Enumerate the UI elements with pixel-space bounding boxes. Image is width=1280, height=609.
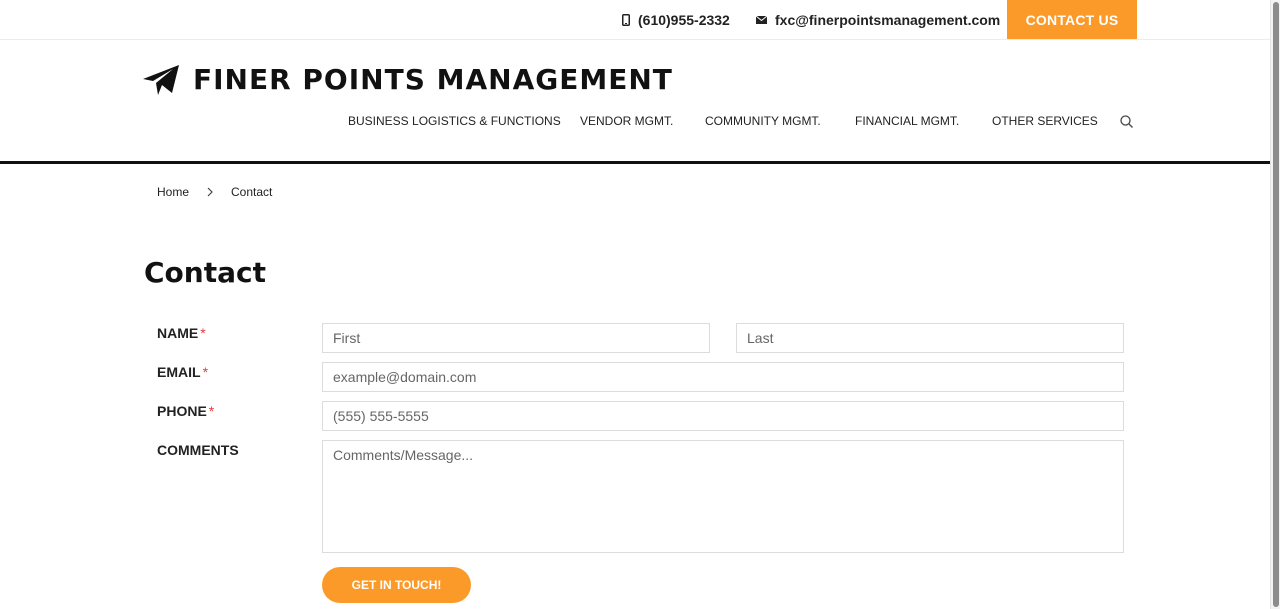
chevron-right-icon <box>207 187 213 197</box>
page-title: Contact <box>144 256 266 289</box>
required-marker: * <box>202 364 209 380</box>
paper-plane-icon <box>143 64 179 95</box>
email-input[interactable] <box>322 362 1124 392</box>
nav-financial-mgmt[interactable]: FINANCIAL MGMT. <box>855 114 959 128</box>
email-label: EMAIL * <box>157 364 208 380</box>
phone-label: PHONE * <box>157 403 214 419</box>
header-divider <box>0 161 1270 164</box>
main-nav: BUSINESS LOGISTICS & FUNCTIONS VENDOR MG… <box>0 114 1270 132</box>
email-link[interactable]: fxc@finerpointsmanagement.com <box>756 10 1000 30</box>
logo-text: FINER POINTS MANAGEMENT <box>193 63 673 96</box>
phone-input[interactable] <box>322 401 1124 431</box>
search-icon[interactable] <box>1119 114 1135 130</box>
name-label: NAME * <box>157 325 206 341</box>
contact-us-button[interactable]: CONTACT US <box>1007 0 1137 39</box>
phone-number: (610)955-2332 <box>638 12 730 28</box>
required-marker: * <box>200 325 206 341</box>
scrollbar-thumb[interactable] <box>1273 2 1279 607</box>
breadcrumb: Home Contact <box>157 184 272 200</box>
nav-community-mgmt[interactable]: COMMUNITY MGMT. <box>705 114 821 128</box>
envelope-icon <box>756 16 767 24</box>
site-logo[interactable]: FINER POINTS MANAGEMENT <box>143 63 673 96</box>
breadcrumb-home[interactable]: Home <box>157 185 189 199</box>
nav-other-services[interactable]: OTHER SERVICES <box>992 114 1098 128</box>
comments-textarea[interactable] <box>322 440 1124 553</box>
email-label-text: EMAIL <box>157 364 201 380</box>
nav-business-logistics[interactable]: BUSINESS LOGISTICS & FUNCTIONS <box>348 114 561 128</box>
page-scrollbar[interactable] <box>1270 0 1280 609</box>
phone-link[interactable]: (610)955-2332 <box>622 10 730 30</box>
email-address: fxc@finerpointsmanagement.com <box>775 12 1001 28</box>
required-marker: * <box>208 403 215 419</box>
first-name-input[interactable] <box>322 323 710 353</box>
top-bar: (610)955-2332 fxc@finerpointsmanagement.… <box>0 0 1270 40</box>
comments-label: COMMENTS <box>157 442 239 458</box>
nav-vendor-mgmt[interactable]: VENDOR MGMT. <box>580 114 673 128</box>
phone-label-text: PHONE <box>157 403 207 419</box>
breadcrumb-current: Contact <box>231 185 273 199</box>
last-name-input[interactable] <box>736 323 1124 353</box>
mobile-phone-icon <box>622 14 630 26</box>
name-label-text: NAME <box>157 325 199 341</box>
get-in-touch-button[interactable]: GET IN TOUCH! <box>322 567 471 603</box>
